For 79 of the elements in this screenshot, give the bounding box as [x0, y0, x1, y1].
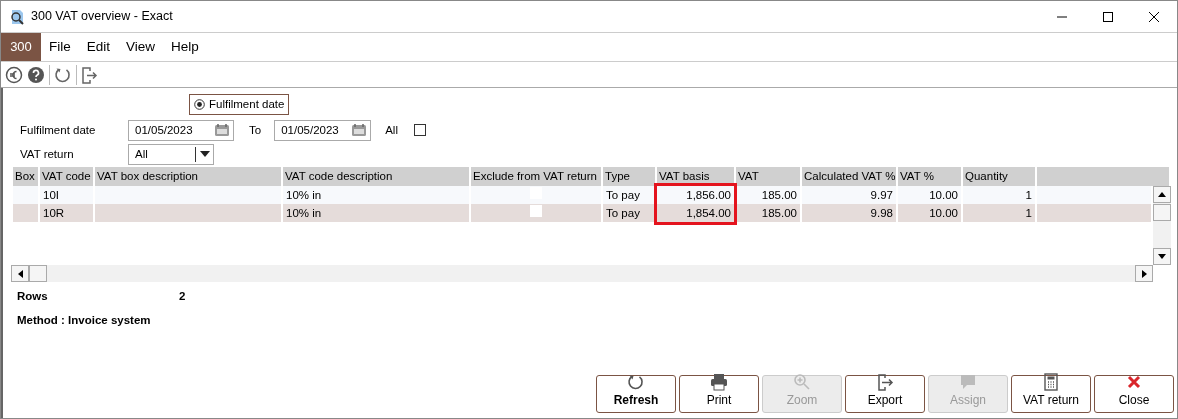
up-arrow-icon	[1158, 192, 1166, 198]
checkbox[interactable]	[530, 186, 542, 199]
export-icon	[876, 373, 894, 391]
column-header[interactable]: Exclude from VAT return	[471, 167, 601, 187]
company-badge[interactable]: 300	[1, 33, 41, 61]
menu-item[interactable]: Edit	[78, 33, 119, 61]
scroll-thumb[interactable]	[1153, 204, 1171, 222]
table-cell: 185.00	[736, 186, 800, 205]
table-cell: 10% in	[283, 204, 469, 223]
action-button[interactable]: Print	[679, 375, 759, 413]
dropdown-arrow-icon	[199, 151, 210, 158]
printer-icon	[710, 373, 728, 391]
table-cell: 10% in	[283, 186, 469, 205]
column-header[interactable]: Type	[603, 167, 655, 187]
column-header[interactable]: VAT box description	[95, 167, 281, 187]
table-cell: 1	[963, 186, 1035, 205]
table-cell: 10.00	[898, 186, 961, 205]
table-cell: 10.00	[898, 204, 961, 223]
column-header[interactable]: Quantity	[963, 167, 1035, 187]
action-button[interactable]: VAT return	[1011, 375, 1091, 413]
left-arrow-icon	[17, 269, 23, 278]
table-cell: 1,856.00	[657, 186, 734, 205]
action-button[interactable]: Export	[845, 375, 925, 413]
exit-icon[interactable]	[81, 65, 99, 84]
scroll-up-button[interactable]	[1153, 186, 1171, 204]
table-cell: 9.97	[802, 186, 896, 205]
field-label: All	[385, 122, 398, 138]
field-label: Fulfilment date	[20, 122, 97, 138]
table-cell: 9.98	[802, 204, 896, 223]
vertical-scrollbar[interactable]	[1153, 186, 1171, 266]
table-cell: 10R	[40, 204, 93, 223]
table-cell: To pay	[603, 204, 655, 223]
calendar-icon[interactable]	[214, 123, 230, 138]
menu-item[interactable]: View	[118, 33, 164, 61]
horizontal-scrollbar[interactable]	[11, 265, 1153, 283]
menu-item[interactable]: Help	[163, 33, 207, 61]
right-arrow-icon	[1141, 269, 1147, 278]
table-cell: 1	[963, 204, 1035, 223]
field-label: VAT return	[20, 146, 75, 162]
field-label: To	[249, 122, 262, 138]
menu-item[interactable]: File	[41, 33, 79, 61]
table-cell: To pay	[603, 186, 655, 205]
column-header[interactable]: VAT code	[40, 167, 93, 187]
calculator-icon	[1042, 373, 1060, 391]
app-icon	[9, 8, 25, 25]
summary-label: Rows	[17, 289, 49, 305]
scroll-left-button[interactable]	[11, 265, 29, 283]
summary-text: Method : Invoice system	[17, 313, 151, 326]
scroll-right-button[interactable]	[1135, 265, 1153, 283]
date-field[interactable]: 01/05/2023	[274, 119, 372, 141]
action-button[interactable]: Close	[1094, 375, 1174, 413]
scroll-down-button[interactable]	[1153, 248, 1171, 266]
speech-bubble-icon	[959, 373, 977, 391]
window-title: 300 VAT overview - Exact	[31, 8, 173, 26]
action-button[interactable]: Refresh	[596, 375, 676, 413]
checkbox[interactable]	[413, 124, 426, 137]
table-cell: 185.00	[736, 204, 800, 223]
checkbox[interactable]	[530, 204, 542, 217]
refresh-icon	[627, 373, 645, 391]
summary-value: 2	[179, 289, 186, 305]
column-header[interactable]: Calculated VAT %	[802, 167, 896, 187]
table-cell: 1,854.00	[657, 204, 734, 223]
column-header[interactable]: Box	[13, 167, 38, 187]
scroll-thumb[interactable]	[29, 265, 47, 283]
radio-icon	[194, 99, 205, 111]
maximize-icon	[1102, 10, 1114, 23]
column-header[interactable]: VAT	[736, 167, 800, 187]
zoom-in-icon	[793, 373, 811, 391]
close-icon	[1148, 10, 1160, 23]
dropdown[interactable]: All	[128, 143, 214, 165]
close-icon	[1125, 373, 1143, 391]
column-header[interactable]: VAT code description	[283, 167, 469, 187]
table-cell: 10I	[40, 186, 93, 205]
date-field[interactable]: 01/05/2023	[128, 119, 234, 141]
calendar-icon[interactable]	[351, 123, 368, 138]
column-header[interactable]: VAT %	[898, 167, 961, 187]
down-arrow-icon	[1158, 254, 1166, 260]
radio-option[interactable]: Fulfilment date	[189, 94, 290, 116]
help-icon[interactable]	[27, 65, 45, 84]
